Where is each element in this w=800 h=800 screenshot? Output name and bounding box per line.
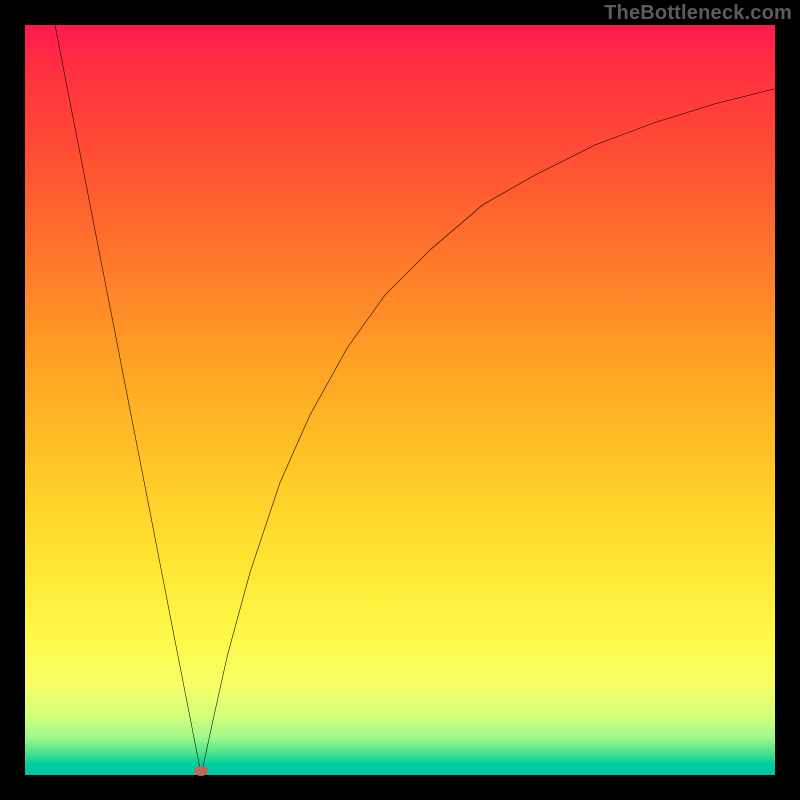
frame-border-bottom	[0, 775, 800, 800]
frame-border-left	[0, 0, 25, 800]
chart-curve	[25, 25, 775, 775]
bottleneck-curve	[55, 25, 775, 775]
watermark-text: TheBottleneck.com	[604, 2, 792, 25]
frame-border-right	[775, 0, 800, 800]
optimal-point-marker	[194, 766, 208, 776]
chart-container: TheBottleneck.com	[0, 0, 800, 800]
